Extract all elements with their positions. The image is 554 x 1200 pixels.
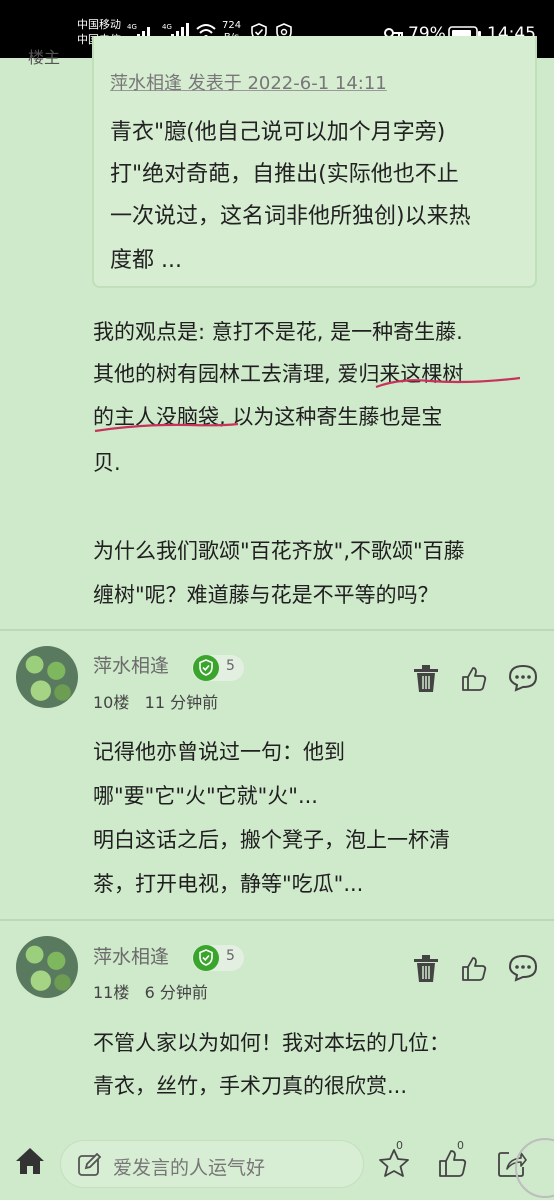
edit-icon bbox=[78, 1153, 102, 1176]
level-shield-icon bbox=[193, 655, 219, 681]
delete-icon[interactable] bbox=[413, 955, 439, 983]
floor-number: 10楼 bbox=[93, 693, 130, 712]
reply-text-line: 茶，打开电视，静等"吃瓜"... bbox=[93, 872, 364, 896]
level-badge: 5 bbox=[192, 655, 244, 681]
reply-text-line: 明白这话之后，搬个凳子，泡上一杯清 bbox=[93, 828, 450, 852]
delete-icon[interactable] bbox=[413, 665, 439, 693]
thumbs-up-icon[interactable] bbox=[461, 666, 487, 692]
avatar[interactable] bbox=[16, 646, 78, 708]
bottom-action-bar: 爱发言的人运气好 0 0 bbox=[0, 1122, 554, 1200]
level-number: 5 bbox=[226, 948, 235, 964]
reply-meta: 11楼 6 分钟前 bbox=[93, 979, 208, 1003]
post-text-line: 贝. bbox=[93, 451, 121, 475]
post-time: 11 分钟前 bbox=[144, 693, 219, 712]
reply-text-line: 不管人家以为如何！我对本坛的几位： bbox=[93, 1031, 450, 1055]
reply-text-line: 青衣，丝竹，手术刀真的很欣赏... bbox=[93, 1074, 408, 1098]
thumbs-up-icon[interactable] bbox=[438, 1148, 468, 1178]
level-number: 5 bbox=[226, 658, 235, 674]
star-icon[interactable] bbox=[378, 1148, 410, 1178]
reply-meta: 10楼 11 分钟前 bbox=[93, 689, 218, 713]
floor-number: 11楼 bbox=[93, 983, 130, 1002]
comment-icon[interactable] bbox=[508, 954, 538, 982]
comment-icon[interactable] bbox=[508, 664, 538, 692]
home-icon[interactable] bbox=[14, 1146, 46, 1176]
comment-placeholder: 爱发言的人运气好 bbox=[113, 1157, 266, 1179]
level-shield-icon bbox=[193, 945, 219, 971]
post-text-line: 缠树"呢？难道藤与花是不平等的吗？ bbox=[93, 583, 439, 607]
favorite-count: 0 bbox=[396, 1139, 403, 1152]
like-count: 0 bbox=[457, 1139, 464, 1152]
divider bbox=[0, 919, 554, 921]
reply-text-line: 记得他亦曾说过一句：他到 bbox=[93, 740, 345, 764]
avatar[interactable] bbox=[16, 936, 78, 998]
thumbs-up-icon[interactable] bbox=[461, 956, 487, 982]
username[interactable]: 萍水相逢 bbox=[93, 651, 169, 678]
post-text-line: 为什么我们歌颂"百花齐放",不歌颂"百藤 bbox=[93, 539, 465, 563]
reply-text-line: 哪"要"它"火"它就"火"... bbox=[93, 784, 318, 808]
handwritten-underline-annotation bbox=[94, 376, 521, 433]
comment-input[interactable]: 爱发言的人运气好 bbox=[60, 1140, 364, 1188]
post-time: 6 分钟前 bbox=[144, 983, 208, 1002]
divider bbox=[0, 629, 554, 631]
username[interactable]: 萍水相逢 bbox=[93, 942, 169, 969]
level-badge: 5 bbox=[192, 945, 244, 971]
